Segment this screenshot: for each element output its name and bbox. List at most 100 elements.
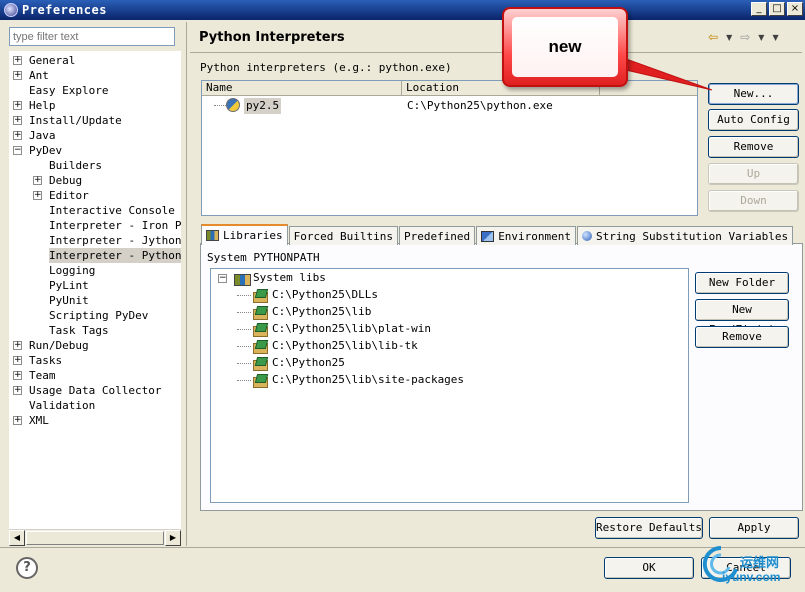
expand-icon[interactable]: +	[13, 131, 22, 140]
restore-defaults-button[interactable]: Restore Defaults	[595, 517, 703, 539]
close-button[interactable]: ×	[787, 2, 803, 16]
tree-item[interactable]: Interpreter - Iron Py	[9, 218, 181, 233]
new-egg-zip-button[interactable]: New Egg/Zip(s)	[695, 299, 789, 336]
tree-item[interactable]: Validation	[9, 398, 181, 413]
expand-icon[interactable]: +	[33, 191, 42, 200]
expand-icon[interactable]: +	[13, 356, 22, 365]
tree-item-label: Validation	[29, 399, 96, 412]
tab-environment[interactable]: Environment	[476, 226, 577, 245]
library-path-label: C:\Python25\lib\plat-win	[272, 322, 431, 335]
new-interpreter-button[interactable]: New...	[708, 83, 799, 105]
forward-arrow-icon[interactable]: ⇨	[740, 30, 750, 44]
page-title: Python Interpreters	[199, 30, 345, 45]
expand-icon[interactable]: +	[13, 116, 22, 125]
tree-item[interactable]: + XML	[9, 413, 181, 428]
maximize-button[interactable]: □	[769, 2, 785, 16]
minimize-button[interactable]: _	[751, 2, 767, 16]
tree-item[interactable]: Interactive Console	[9, 203, 181, 218]
scroll-right-icon[interactable]: ▶	[165, 530, 181, 546]
back-dropdown-icon[interactable]: ▼	[726, 33, 732, 42]
library-folder-icon	[253, 374, 268, 388]
tree-item[interactable]: + General	[9, 53, 181, 68]
up-button[interactable]: Up	[708, 163, 799, 185]
expand-icon[interactable]: +	[13, 371, 22, 380]
interpreters-table: Name Location py2.5 C:\Python25\python.e…	[201, 80, 698, 216]
scroll-thumb[interactable]	[26, 531, 164, 545]
system-libs-node[interactable]: − System libs	[211, 270, 688, 286]
tree-item[interactable]: Task Tags	[9, 323, 181, 338]
tree-item[interactable]: Interpreter - Python	[9, 248, 181, 263]
library-path-item[interactable]: C:\Python25\lib\plat-win	[211, 321, 688, 337]
expand-icon[interactable]: +	[13, 386, 22, 395]
tree-item[interactable]: + Usage Data Collector	[9, 383, 181, 398]
tree-item[interactable]: − PyDev	[9, 143, 181, 158]
window-title: Preferences	[22, 3, 107, 17]
tree-item[interactable]: + Run/Debug	[9, 338, 181, 353]
tree-item[interactable]: + Tasks	[9, 353, 181, 368]
expand-icon[interactable]: +	[13, 416, 22, 425]
apply-button[interactable]: Apply	[709, 517, 799, 539]
tree-item[interactable]: + Team	[9, 368, 181, 383]
tree-item[interactable]: PyUnit	[9, 293, 181, 308]
title-bar: Preferences _ □ ×	[0, 0, 805, 20]
help-icon[interactable]: ?	[16, 557, 38, 579]
tree-item-label: General	[29, 54, 76, 67]
new-folder-button[interactable]: New Folder	[695, 272, 789, 294]
scroll-left-icon[interactable]: ◀	[9, 530, 25, 546]
watermark-text-url: iyunv.com	[722, 570, 781, 584]
tree-item[interactable]: + Java	[9, 128, 181, 143]
filter-input[interactable]	[9, 27, 175, 46]
expand-icon[interactable]: +	[13, 56, 22, 65]
table-row[interactable]: py2.5 C:\Python25\python.exe	[202, 98, 697, 114]
tree-horizontal-scrollbar[interactable]: ◀ ▶	[9, 529, 181, 546]
column-header-name[interactable]: Name	[202, 81, 402, 96]
tab-forced-builtins[interactable]: Forced Builtins	[288, 226, 398, 245]
down-button[interactable]: Down	[708, 190, 799, 212]
library-path-item[interactable]: C:\Python25\DLLs	[211, 287, 688, 303]
library-path-item[interactable]: C:\Python25	[211, 355, 688, 371]
tree-item-label: Interpreter - Iron Py	[49, 219, 181, 232]
tree-item[interactable]: + Help	[9, 98, 181, 113]
collapse-icon[interactable]: −	[218, 274, 227, 283]
library-folder-icon	[253, 306, 268, 320]
tree-item-label: Java	[29, 129, 56, 142]
tree-item[interactable]: PyLint	[9, 278, 181, 293]
tree-item[interactable]: + Install/Update	[9, 113, 181, 128]
history-nav: ⇦ ▼ ⇨ ▼ ▼	[708, 30, 779, 44]
tab-predefined[interactable]: Predefined	[398, 226, 476, 245]
annotation-callout: new	[502, 7, 628, 87]
tab-string-substitution[interactable]: String Substitution Variables	[577, 226, 794, 245]
ok-button[interactable]: OK	[604, 557, 694, 579]
python-icon	[226, 98, 240, 112]
library-folder-icon	[253, 323, 268, 337]
tree-item[interactable]: Builders	[9, 158, 181, 173]
library-path-item[interactable]: C:\Python25\lib\lib-tk	[211, 338, 688, 354]
tree-item[interactable]: + Ant	[9, 68, 181, 83]
tree-item-label: XML	[29, 414, 49, 427]
tree-item-label: Debug	[49, 174, 83, 187]
remove-interpreter-button[interactable]: Remove	[708, 136, 799, 158]
library-path-item[interactable]: C:\Python25\lib	[211, 304, 688, 320]
expand-icon[interactable]: +	[13, 71, 22, 80]
tree-item[interactable]: Scripting PyDev	[9, 308, 181, 323]
expand-icon[interactable]: +	[33, 176, 42, 185]
tree-item[interactable]: + Debug	[9, 173, 181, 188]
library-path-label: C:\Python25\lib\site-packages	[272, 373, 465, 386]
back-arrow-icon[interactable]: ⇦	[708, 30, 718, 44]
tree-item[interactable]: Easy Explore	[9, 83, 181, 98]
tree-item[interactable]: + Editor	[9, 188, 181, 203]
tree-item[interactable]: Interpreter - Jython	[9, 233, 181, 248]
expand-icon[interactable]: +	[13, 341, 22, 350]
library-path-item[interactable]: C:\Python25\lib\site-packages	[211, 372, 688, 388]
tree-item[interactable]: Logging	[9, 263, 181, 278]
tab-bar: Libraries Forced Builtins Predefined Env…	[201, 224, 794, 245]
tab-libraries[interactable]: Libraries	[201, 224, 288, 245]
forward-dropdown-icon[interactable]: ▼	[758, 33, 764, 42]
expand-icon[interactable]: +	[13, 101, 22, 110]
remove-library-button[interactable]: Remove	[695, 326, 789, 348]
pane-splitter[interactable]	[186, 22, 187, 546]
auto-config-button[interactable]: Auto Config	[708, 109, 799, 131]
collapse-icon[interactable]: −	[13, 146, 22, 155]
tree-item-label: Interactive Console	[49, 204, 175, 217]
view-menu-icon[interactable]: ▼	[772, 33, 778, 42]
